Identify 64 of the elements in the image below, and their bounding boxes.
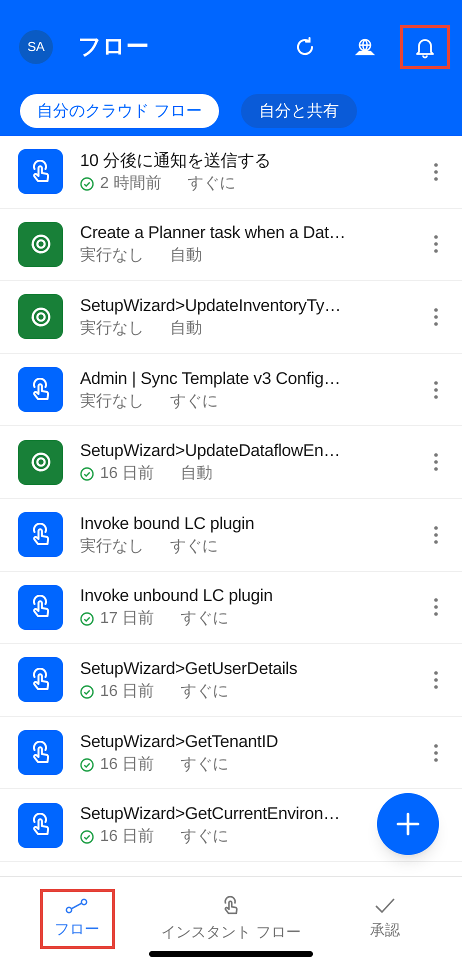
- trigger-type-text: すぐに: [180, 754, 228, 775]
- flow-title: SetupWizard>GetUserDetails: [80, 658, 298, 680]
- plus-icon: [396, 812, 420, 836]
- nav-tab[interactable]: 承認: [355, 889, 415, 949]
- trigger-type-text: すぐに: [180, 827, 228, 848]
- flow-title: SetupWizard>GetTenantID: [80, 730, 278, 753]
- trigger-type-text: すぐに: [170, 536, 218, 557]
- flow-icon: [65, 898, 89, 914]
- trigger-type-text: すぐに: [180, 609, 228, 630]
- flow-title: Invoke bound LC plugin: [80, 512, 254, 535]
- more-vertical-icon: [434, 162, 438, 181]
- checkmark-icon: [374, 896, 396, 915]
- nav-tab[interactable]: フロー: [40, 889, 114, 949]
- more-vertical-icon: [434, 380, 438, 399]
- trigger-type-text: 自動: [170, 318, 202, 339]
- swirl-icon: [30, 233, 52, 256]
- last-run-text: 実行なし: [80, 536, 144, 557]
- flow-row[interactable]: SetupWizard>UpdateDataflowEn… 16 日前 自動: [0, 426, 462, 499]
- trigger-type-text: すぐに: [180, 682, 228, 702]
- flow-title: SetupWizard>UpdateDataflowEn…: [80, 440, 340, 462]
- more-vertical-icon: [434, 670, 438, 689]
- flow-row[interactable]: SetupWizard>GetUserDetails 16 日前 すぐに: [0, 644, 462, 717]
- trigger-type-text: 自動: [180, 464, 212, 484]
- avatar[interactable]: SA: [19, 30, 53, 64]
- flow-title: 10 分後に通知を送信する: [80, 150, 272, 172]
- last-run-text: 16 日前: [100, 464, 154, 484]
- trigger-type-text: すぐに: [170, 392, 218, 412]
- more-vertical-icon: [434, 453, 438, 472]
- flow-title: Admin | Sync Template v3 Config…: [80, 368, 340, 390]
- swirl-icon: [30, 306, 52, 328]
- globe-icon: [354, 36, 376, 58]
- nav-tab[interactable]: インスタント フロー: [146, 889, 316, 949]
- last-run-text: 16 日前: [100, 754, 154, 775]
- more-vertical-icon: [434, 526, 438, 544]
- swirl-icon: [30, 451, 52, 474]
- flow-row[interactable]: Invoke unbound LC plugin 17 日前 すぐに: [0, 572, 462, 644]
- trigger-type-text: すぐに: [187, 174, 236, 194]
- last-run-text: 2 時間前: [100, 174, 162, 194]
- flow-title: SetupWizard>GetCurrentEnviron…: [80, 803, 340, 826]
- flow-title: Invoke unbound LC plugin: [80, 585, 273, 608]
- last-run-text: 実行なし: [80, 318, 144, 339]
- hand-pointer-icon: [222, 894, 240, 917]
- more-vertical-icon: [434, 235, 438, 254]
- filter-tab[interactable]: 自分のクラウド フロー: [20, 94, 220, 128]
- flow-row[interactable]: SetupWizard>UpdateInventoryTy… 実行なし 自動: [0, 281, 462, 354]
- notifications-button[interactable]: [400, 25, 450, 69]
- more-vertical-icon: [434, 308, 438, 326]
- page-title: フロー: [78, 32, 149, 62]
- last-run-text: 実行なし: [80, 246, 144, 266]
- flow-row[interactable]: 10 分後に通知を送信する 2 時間前 すぐに: [0, 136, 462, 209]
- trigger-type-text: 自動: [170, 246, 202, 266]
- last-run-text: 16 日前: [100, 682, 154, 702]
- flow-title: SetupWizard>UpdateInventoryTy…: [80, 294, 341, 317]
- flow-row[interactable]: Invoke bound LC plugin 実行なし すぐに: [0, 498, 462, 572]
- last-run-text: 実行なし: [80, 392, 144, 412]
- flow-title: Create a Planner task when a Dat…: [80, 222, 346, 244]
- filter-tab[interactable]: 自分と共有: [241, 94, 358, 128]
- more-vertical-icon: [434, 598, 438, 616]
- flow-row[interactable]: Admin | Sync Template v3 Config… 実行なし すぐに: [0, 354, 462, 426]
- last-run-text: 17 日前: [100, 609, 154, 630]
- flow-row[interactable]: SetupWizard>GetTenantID 16 日前 すぐに: [0, 716, 462, 790]
- flow-row[interactable]: Create a Planner task when a Dat… 実行なし 自動: [0, 208, 462, 282]
- last-run-text: 16 日前: [100, 827, 154, 848]
- more-vertical-icon: [434, 744, 438, 762]
